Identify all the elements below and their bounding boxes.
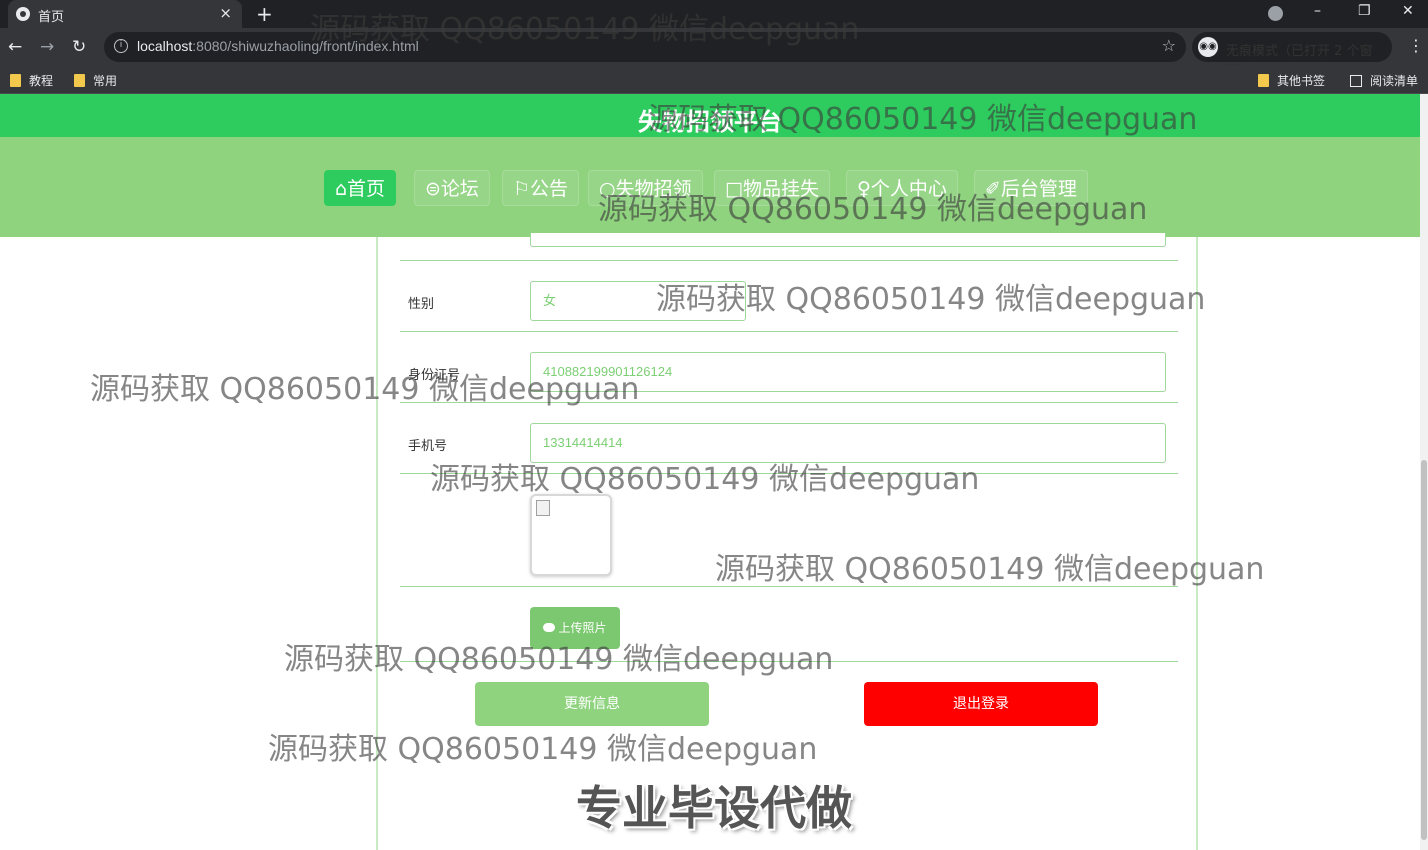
- phone-label: 手机号: [408, 439, 448, 454]
- close-window-button[interactable]: ✕: [1402, 3, 1414, 19]
- reading-list-icon: [1350, 75, 1362, 87]
- page-scrollbar[interactable]: [1420, 94, 1428, 850]
- cloud-upload-icon: [543, 623, 556, 632]
- bookmark-label: 教程: [29, 74, 54, 88]
- bookmark-label: 其他书签: [1277, 74, 1326, 88]
- folder-icon: [1258, 74, 1269, 87]
- watermark-text: 源码获取 QQ86050149 微信deepguan: [268, 732, 818, 767]
- watermark-text: 源码获取 QQ86050149 微信deepguan: [656, 282, 1206, 317]
- new-tab-button[interactable]: +: [256, 2, 273, 26]
- row-divider: [400, 260, 1178, 261]
- nav-notice[interactable]: ⚐公告: [502, 170, 580, 206]
- folder-icon: [74, 74, 85, 87]
- logout-button[interactable]: 退出登录: [864, 682, 1098, 726]
- bookmarks-bar: 教程 常用 其他书签 阅读清单: [0, 66, 1428, 94]
- url-host: localhost: [137, 38, 193, 54]
- watermark-banner: 专业毕设代做: [576, 781, 852, 835]
- globe-icon: [16, 7, 30, 21]
- bookmark-label: 常用: [93, 74, 118, 88]
- folder-icon: [10, 74, 21, 87]
- info-icon[interactable]: i: [114, 39, 128, 53]
- row-divider: [400, 331, 1178, 332]
- watermark-text: 源码获取 QQ86050149 微信deepguan: [284, 642, 834, 677]
- incognito-icon: ◉◉: [1198, 37, 1218, 57]
- watermark-text: 源码获取 QQ86050149 微信deepguan: [648, 102, 1198, 137]
- tab-title: 首页: [38, 10, 65, 25]
- reload-button[interactable]: ↻: [72, 37, 86, 57]
- avatar-preview: [530, 494, 612, 576]
- bookmark-folder-common[interactable]: 常用: [74, 72, 117, 89]
- profile-dropdown-icon[interactable]: [1268, 6, 1283, 21]
- gender-label: 性别: [408, 297, 435, 312]
- browser-menu-icon[interactable]: ⋮: [1408, 36, 1424, 55]
- browser-tab[interactable]: 首页 ×: [8, 0, 242, 28]
- incognito-indicator[interactable]: ◉◉ 无痕模式（已打开 2 个窗口）: [1192, 32, 1392, 78]
- nav-forum[interactable]: ⊜论坛: [414, 170, 490, 206]
- watermark-text: 源码获取 QQ86050149 微信deepguan: [430, 462, 980, 497]
- close-tab-icon[interactable]: ×: [219, 4, 232, 22]
- nav-home[interactable]: ⌂首页: [324, 170, 397, 206]
- restore-button[interactable]: ❐: [1358, 3, 1371, 19]
- bookmark-label: 阅读清单: [1370, 74, 1419, 88]
- broken-image-icon: [536, 500, 550, 516]
- forward-button[interactable]: →: [40, 37, 54, 57]
- bookmark-folder-other[interactable]: 其他书签: [1258, 72, 1325, 89]
- reading-list[interactable]: 阅读清单: [1350, 72, 1418, 89]
- bookmark-folder-tutorial[interactable]: 教程: [10, 72, 53, 89]
- watermark-text: 源码获取 QQ86050149 微信deepguan: [90, 372, 640, 407]
- update-info-button[interactable]: 更新信息: [475, 682, 709, 726]
- watermark-text: 源码获取 QQ86050149 微信deepguan: [598, 192, 1148, 227]
- bookmark-star-icon[interactable]: ☆: [1162, 36, 1176, 55]
- watermark-text: 源码获取 QQ86050149 微信deepguan: [310, 12, 860, 47]
- back-button[interactable]: ←: [8, 37, 22, 57]
- upload-label: 上传照片: [558, 621, 607, 635]
- previous-field-edge: [530, 233, 1166, 247]
- minimize-button[interactable]: –: [1314, 3, 1321, 19]
- watermark-text: 源码获取 QQ86050149 微信deepguan: [715, 552, 1265, 587]
